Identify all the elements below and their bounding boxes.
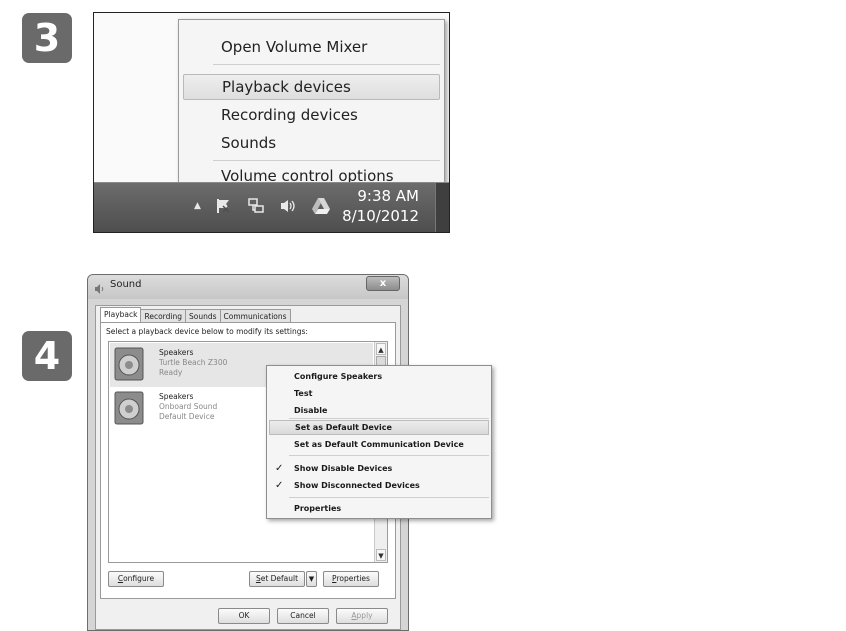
menu-item-sounds[interactable]: Sounds (183, 130, 440, 156)
menu-item-recording-devices[interactable]: Recording devices (183, 102, 440, 128)
google-drive-icon[interactable] (311, 197, 331, 215)
volume-context-menu: Open Volume Mixer Playback devices Recor… (178, 19, 445, 186)
dialog-titlebar: Sound x (88, 275, 408, 299)
menu-separator (213, 160, 440, 161)
show-hidden-arrow-icon[interactable]: ▲ (194, 197, 201, 215)
tab-recording[interactable]: Recording (140, 309, 186, 322)
device-context-menu: Configure Speakers Test Disable Set as D… (266, 365, 492, 519)
scroll-up-arrow-icon[interactable]: ▲ (376, 343, 386, 355)
menu-item-test[interactable]: Test (269, 386, 489, 401)
device-description: Turtle Beach Z300 (159, 358, 228, 367)
menu-item-open-volume-mixer[interactable]: Open Volume Mixer (183, 34, 440, 60)
action-center-flag-icon[interactable] (215, 197, 233, 215)
set-default-dropdown-arrow[interactable]: ▼ (306, 571, 317, 587)
scroll-down-arrow-icon[interactable]: ▼ (376, 549, 386, 561)
configure-button[interactable]: Configure (108, 571, 164, 587)
device-name: Speakers (159, 348, 194, 357)
sound-app-icon (94, 280, 106, 299)
menu-item-show-disconnected-devices[interactable]: ✓ Show Disconnected Devices (269, 478, 489, 493)
apply-button[interactable]: Apply (336, 608, 388, 624)
properties-button[interactable]: Properties (323, 571, 379, 587)
menu-item-show-disabled-devices[interactable]: ✓ Show Disable Devices (269, 461, 489, 476)
device-status: Default Device (159, 412, 215, 421)
menu-item-playback-devices[interactable]: Playback devices (183, 74, 440, 100)
menu-separator (289, 455, 489, 456)
dialog-title: Sound (110, 279, 142, 290)
tab-playback[interactable]: Playback (100, 307, 142, 322)
check-mark-icon: ✓ (275, 480, 284, 491)
speaker-volume-icon[interactable] (279, 197, 297, 215)
close-button[interactable]: x (366, 276, 400, 291)
menu-separator (289, 418, 489, 419)
set-default-button[interactable]: Set Default (249, 571, 305, 587)
network-icon[interactable] (247, 197, 265, 215)
menu-separator (289, 497, 489, 498)
tab-strip: Playback Recording Sounds Communications (100, 307, 291, 322)
menu-item-set-default-device[interactable]: Set as Default Device (269, 420, 489, 435)
device-status: Ready (159, 368, 183, 377)
menu-separator (213, 64, 440, 65)
speaker-device-icon (114, 347, 144, 385)
tab-sounds[interactable]: Sounds (184, 309, 221, 322)
cancel-button[interactable]: Cancel (277, 608, 329, 624)
menu-item-properties[interactable]: Properties (269, 501, 489, 516)
menu-item-label: Show Disconnected Devices (294, 481, 420, 490)
ok-button[interactable]: OK (218, 608, 270, 624)
speaker-device-icon (114, 391, 144, 429)
check-mark-icon: ✓ (275, 463, 284, 474)
device-description: Onboard Sound (159, 402, 218, 411)
menu-item-configure-speakers[interactable]: Configure Speakers (269, 369, 489, 384)
tab-communications[interactable]: Communications (219, 309, 291, 322)
step-3-badge: 3 (22, 13, 72, 63)
show-desktop-button[interactable] (435, 183, 449, 232)
taskbar-screenshot: Open Volume Mixer Playback devices Recor… (93, 12, 450, 233)
step-4-badge: 4 (22, 331, 72, 381)
system-clock[interactable]: 9:38 AM 8/10/2012 (342, 186, 419, 226)
clock-time: 9:38 AM (357, 187, 419, 205)
menu-item-set-default-communication-device[interactable]: Set as Default Communication Device (269, 437, 489, 452)
notification-tray: ▲ (194, 197, 331, 215)
clock-date: 8/10/2012 (342, 207, 419, 225)
menu-item-label: Show Disable Devices (294, 464, 393, 473)
instruction-text: Select a playback device below to modify… (106, 327, 308, 336)
taskbar: ▲ 9:38 AM 8/10/2012 (94, 182, 449, 232)
menu-item-disable[interactable]: Disable (269, 403, 489, 418)
device-name: Speakers (159, 392, 194, 401)
